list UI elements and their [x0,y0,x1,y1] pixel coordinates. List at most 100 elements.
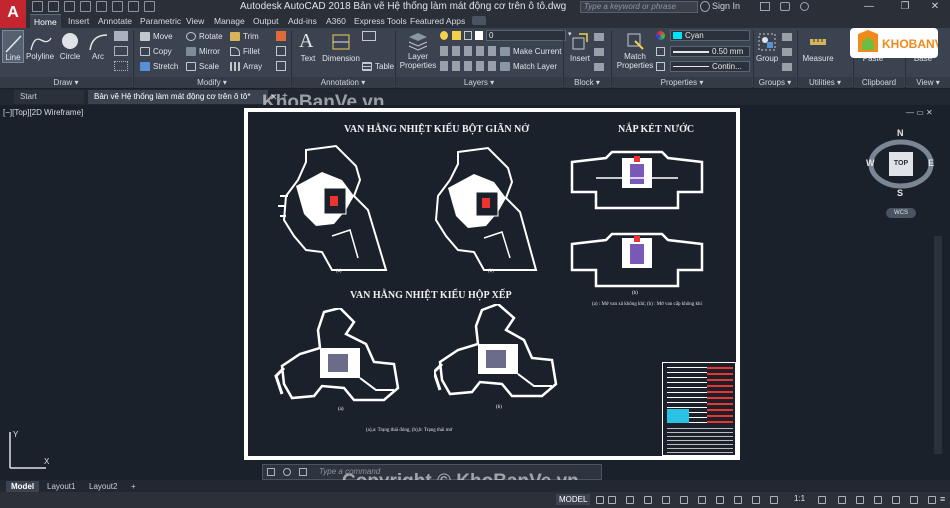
tab-manage[interactable]: Manage [210,14,249,28]
tab-express-tools[interactable]: Express Tools [350,14,411,28]
navigation-bar[interactable] [934,236,942,454]
wcs-menu[interactable]: WCS [886,208,916,218]
lock-ui-icon[interactable] [892,496,900,504]
workspace-gear-icon[interactable] [818,496,826,504]
measure-button[interactable]: Measure [800,30,836,63]
annotation-monitor-icon[interactable] [838,496,846,504]
compass-north[interactable]: N [897,128,904,138]
annotation-scale[interactable]: 1:1 [794,494,805,503]
share-icon[interactable] [144,1,155,12]
clipboard-panel-label[interactable]: Clipboard [854,77,904,88]
properties-panel-label[interactable]: Properties ▾ [612,77,752,88]
annotation-visibility-icon[interactable] [752,496,760,504]
trim-button[interactable]: Trim [230,32,259,42]
close-icon[interactable] [267,468,275,476]
layer-properties-button[interactable]: Layer Properties [398,30,438,74]
dimension-button[interactable]: Dimension [322,30,360,63]
viewport-window-controls[interactable]: — ▭ ✕ [906,108,933,117]
close-button[interactable]: ✕ [924,0,946,14]
snap-icon[interactable] [608,496,616,504]
isometric-icon[interactable] [698,496,706,504]
tab-output[interactable]: Output [249,14,283,28]
infer-constraints-icon[interactable] [626,496,634,504]
block-tools-icons[interactable] [594,31,604,71]
tab-featured-apps[interactable]: Featured Apps [406,14,469,28]
text-button[interactable]: A Text [296,30,320,63]
layer-dropdown[interactable]: 0 [486,30,566,41]
cart-icon[interactable] [760,2,770,11]
tab-add-ins[interactable]: Add-ins [284,14,321,28]
tab-annotate[interactable]: Annotate [94,14,136,28]
tab-parametric[interactable]: Parametric [136,14,185,28]
match-properties-button[interactable]: Match Properties [616,30,654,74]
layer-tools-icons-2[interactable] [440,61,500,71]
object-snap-icon[interactable] [734,496,742,504]
tab-layout2[interactable]: Layout2 [84,481,122,492]
exchange-icon[interactable] [780,2,790,11]
tab-view[interactable]: View [182,14,208,28]
group-button[interactable]: Group [756,30,778,63]
mirror-button[interactable]: Mirror [186,47,220,57]
erase-icon[interactable] [276,31,286,41]
line-button[interactable]: Line [2,30,24,63]
layer-freeze-icon[interactable] [452,31,461,40]
tab-start[interactable]: Start [14,90,84,104]
application-menu-button[interactable]: A [0,0,26,28]
open-file-icon[interactable] [48,1,59,12]
dynamic-input-icon[interactable] [644,496,652,504]
model-space-toggle[interactable]: MODEL [556,494,591,505]
offset-icon[interactable] [276,61,286,71]
isolate-objects-icon[interactable] [910,496,918,504]
linetype-dropdown[interactable]: Contin... [670,61,750,72]
customization-menu-icon[interactable]: ≡ [940,494,945,504]
redo-icon[interactable] [128,1,139,12]
group-tools-icons[interactable] [782,31,792,71]
new-file-icon[interactable] [32,1,43,12]
layers-panel-label[interactable]: Layers ▾ [396,77,562,88]
compass-south[interactable]: S [897,188,903,198]
match-layer-button[interactable]: Match Layer [500,62,557,72]
customize-icon[interactable] [283,468,291,476]
hatch-icon[interactable] [114,46,128,56]
rotate-button[interactable]: Rotate [186,32,223,42]
restore-button[interactable]: ❐ [894,0,916,14]
save-icon[interactable] [64,1,75,12]
table-button[interactable]: Table [362,62,394,72]
save-as-icon[interactable] [80,1,91,12]
move-button[interactable]: Move [140,32,173,42]
layer-lock-icon[interactable] [464,31,472,40]
object-snap-tracking-icon[interactable] [716,496,724,504]
help-icon[interactable] [800,2,809,11]
block-panel-label[interactable]: Block ▾ [564,77,610,88]
tab-a360[interactable]: A360 [322,14,350,28]
color-dropdown[interactable]: Cyan [670,30,750,41]
utilities-panel-label[interactable]: Utilities ▾ [798,77,852,88]
ortho-icon[interactable] [662,496,670,504]
make-current-button[interactable]: Make Current [500,47,561,57]
arc-button[interactable]: Arc [86,30,110,63]
compass-west[interactable]: W [866,158,875,168]
print-icon[interactable] [96,1,107,12]
search-input[interactable]: Type a keyword or phrase [580,1,698,13]
rectangle-icon[interactable] [114,31,128,41]
add-layout-icon[interactable]: + [126,481,141,492]
compass-east[interactable]: E [928,158,934,168]
polyline-button[interactable]: Polyline [26,30,54,63]
annotation-panel-label[interactable]: Annotation ▾ [292,77,394,88]
array-button[interactable]: Array [230,62,262,72]
modify-panel-label[interactable]: Modify ▾ [134,77,290,88]
quick-properties-icon[interactable] [874,496,882,504]
lineweight-dropdown[interactable]: 0.50 mm [670,46,750,57]
fillet-button[interactable]: Fillet [230,47,260,57]
tab-model[interactable]: Model [6,481,40,492]
recent-commands-icon[interactable] [299,468,307,476]
viewcube-top-face[interactable]: TOP [889,152,913,176]
explode-icon[interactable] [276,46,286,56]
minimize-button[interactable]: — [858,0,880,14]
circle-button[interactable]: Circle [56,30,84,63]
ribbon-minimize-icon[interactable] [472,16,486,25]
region-icon[interactable] [114,61,128,71]
annotation-scale-icon[interactable] [770,496,778,504]
viewcube[interactable]: TOP N S W E WCS [862,128,940,220]
sign-in-link[interactable]: Sign In [712,1,740,11]
